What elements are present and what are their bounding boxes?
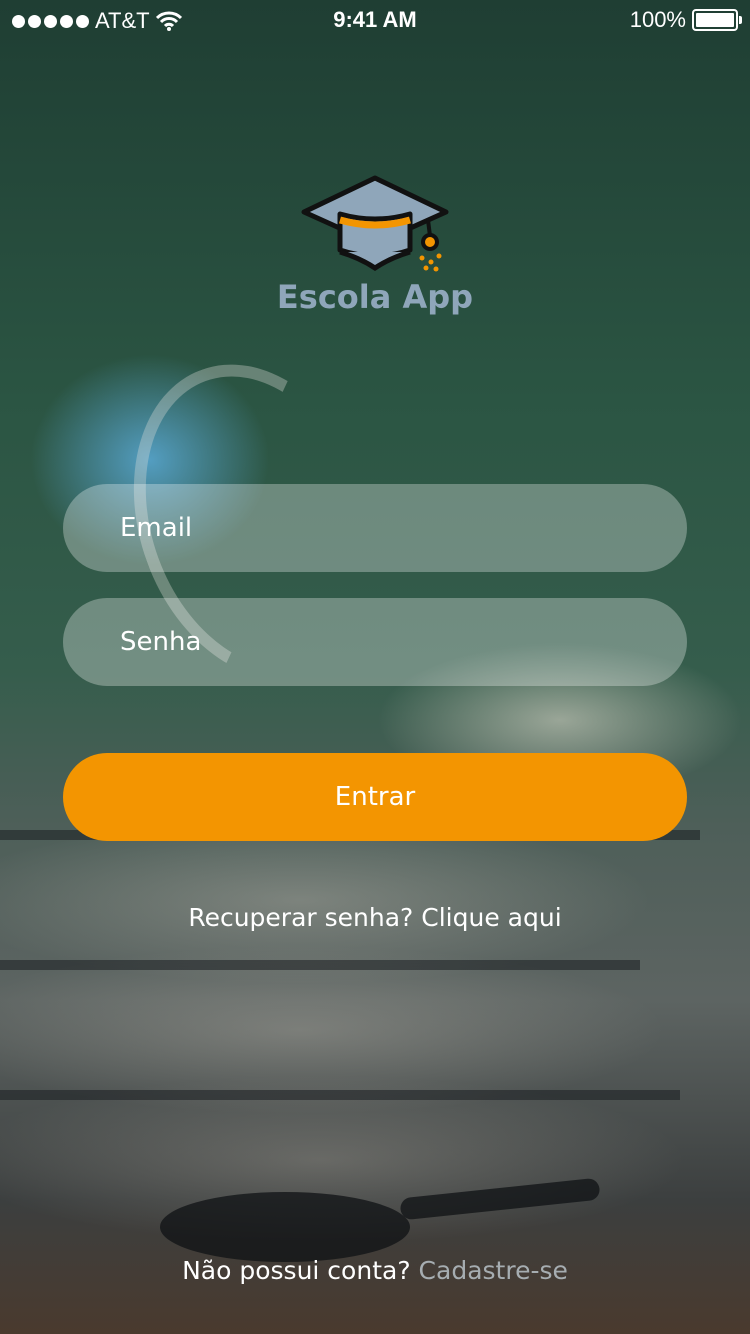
background-book-edge [0, 1090, 680, 1100]
password-field[interactable] [63, 598, 687, 686]
background-magnifier-handle [399, 1177, 601, 1221]
signup-link[interactable]: Cadastre-se [419, 1256, 568, 1285]
app-name: Escola App [276, 278, 474, 316]
battery-percent: 100% [629, 7, 686, 32]
battery-icon [692, 9, 742, 31]
graduation-cap-icon [301, 175, 449, 272]
signup-row: Não possui conta? Cadastre-se [0, 1256, 750, 1285]
login-button[interactable]: Entrar [63, 753, 687, 841]
signup-prompt: Não possui conta? [182, 1256, 411, 1285]
email-field[interactable] [63, 484, 687, 572]
background-magnifier [160, 1192, 410, 1262]
background-book-edge [0, 960, 640, 970]
login-screen: AT&T 9:41 AM 100% Escola App Entrar [0, 0, 750, 1334]
recover-password-link[interactable]: Recuperar senha? Clique aqui [0, 903, 750, 932]
status-bar: AT&T 9:41 AM 100% [0, 0, 750, 40]
